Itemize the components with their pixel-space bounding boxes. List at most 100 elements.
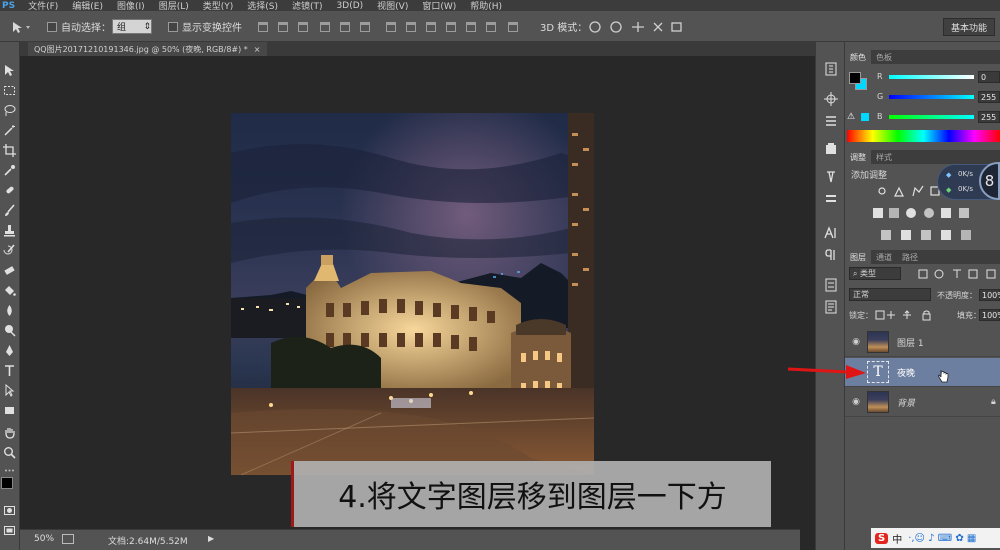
align-left-icon[interactable]	[320, 22, 330, 32]
history-brush-icon[interactable]	[3, 244, 16, 257]
3d-mode-icons[interactable]	[588, 20, 688, 34]
distribute-right-icon[interactable]	[486, 22, 496, 32]
align-hcenter-icon[interactable]	[340, 22, 350, 32]
layer-row-layer1[interactable]: ◉ 图层 1	[845, 328, 1000, 357]
fill-value[interactable]: 100%	[979, 309, 1000, 321]
layer-comps-icon[interactable]	[824, 278, 838, 292]
menu-window[interactable]: 窗口(W)	[415, 0, 463, 11]
tab-layers[interactable]: 图层	[845, 250, 871, 264]
menu-image[interactable]: 图像(I)	[110, 0, 152, 11]
notes-icon[interactable]	[824, 300, 838, 314]
distribute-hcenter-icon[interactable]	[466, 22, 476, 32]
move-tool-preset[interactable]	[10, 19, 32, 34]
workspace-switcher[interactable]: 基本功能	[943, 18, 995, 36]
adjustment-icons-row3[interactable]	[879, 228, 979, 242]
layer-row-text[interactable]: T 夜晚	[845, 358, 1000, 387]
adjustment-icons-row2[interactable]	[871, 206, 981, 220]
paint-bucket-icon[interactable]	[3, 284, 16, 297]
menu-type[interactable]: 类型(Y)	[196, 0, 241, 11]
blur-icon[interactable]	[3, 304, 16, 317]
zoom-level[interactable]: 50%	[34, 534, 54, 544]
align-top-icon[interactable]	[258, 22, 268, 32]
document-canvas-image[interactable]	[231, 113, 594, 475]
lock-icons[interactable]	[875, 310, 937, 321]
align-right-icon[interactable]	[360, 22, 370, 32]
channel-g-value[interactable]: 255	[978, 91, 1000, 103]
lasso-icon[interactable]	[3, 104, 16, 117]
ime-toolbar[interactable]: S 中 ·,☺ ♪ ⌨ ✿ ▦	[871, 528, 1000, 548]
distribute-top-icon[interactable]	[386, 22, 396, 32]
brush-icon[interactable]	[3, 204, 16, 217]
zoom-icon[interactable]	[3, 446, 16, 459]
healing-brush-icon[interactable]	[3, 184, 16, 197]
info-icon[interactable]	[824, 114, 838, 128]
move-icon[interactable]	[3, 64, 16, 77]
marquee-icon[interactable]	[3, 84, 16, 97]
type-tool-icon[interactable]	[3, 364, 16, 377]
gamut-swatch[interactable]	[861, 113, 869, 121]
visibility-eye-icon[interactable]: ◉	[845, 397, 867, 407]
close-tab-icon[interactable]: ×	[254, 45, 261, 54]
hand-icon[interactable]	[3, 426, 16, 439]
tab-color[interactable]: 颜色	[845, 50, 871, 64]
align-bottom-icon[interactable]	[298, 22, 308, 32]
distribute-vcenter-icon[interactable]	[406, 22, 416, 32]
distribute-left-icon[interactable]	[446, 22, 456, 32]
auto-select-checkbox[interactable]	[47, 21, 57, 32]
auto-align-icon[interactable]	[508, 22, 518, 32]
auto-select-dropdown[interactable]: 组 ⇕	[112, 19, 152, 34]
eraser-icon[interactable]	[3, 264, 16, 277]
visibility-eye-icon[interactable]: ◉	[845, 337, 867, 347]
rectangle-icon[interactable]	[3, 404, 16, 417]
document-tab[interactable]: QQ图片20171210191346.jpg @ 50% (夜晚, RGB/8#…	[28, 42, 267, 56]
menu-layer[interactable]: 图层(L)	[152, 0, 196, 11]
pen-icon[interactable]	[3, 344, 16, 357]
menu-edit[interactable]: 编辑(E)	[65, 0, 110, 11]
blend-mode-dropdown[interactable]: 正常	[849, 288, 931, 301]
tab-styles[interactable]: 样式	[871, 150, 897, 164]
eyedropper-icon[interactable]	[3, 164, 16, 177]
channel-g-slider[interactable]	[889, 95, 974, 99]
status-icon[interactable]	[62, 534, 74, 544]
dodge-icon[interactable]	[3, 324, 16, 337]
history-icon[interactable]	[824, 62, 838, 76]
magic-wand-icon[interactable]	[3, 124, 16, 137]
layer-filter-icons[interactable]	[917, 268, 997, 280]
distribute-bottom-icon[interactable]	[426, 22, 436, 32]
opacity-value[interactable]: 100%	[979, 289, 1000, 301]
menu-file[interactable]: 文件(F)	[21, 0, 65, 11]
crop-icon[interactable]	[3, 144, 16, 157]
quick-mask-icon[interactable]	[3, 504, 16, 517]
status-menu-arrow-icon[interactable]: ▶	[208, 534, 214, 543]
channel-b-value[interactable]: 255	[978, 111, 1000, 123]
3d-icon[interactable]	[824, 142, 838, 156]
channel-r-slider[interactable]	[889, 75, 974, 79]
menu-help[interactable]: 帮助(H)	[463, 0, 509, 11]
path-select-icon[interactable]	[3, 384, 16, 397]
channel-r-value[interactable]: 0	[978, 71, 1000, 83]
paragraph-icon[interactable]	[824, 248, 838, 262]
menu-view[interactable]: 视图(V)	[370, 0, 415, 11]
brush-preset-icon[interactable]	[824, 170, 838, 184]
clone-stamp-icon[interactable]	[3, 224, 16, 237]
tab-swatches[interactable]: 色板	[871, 50, 897, 64]
foreground-color-swatch[interactable]	[1, 477, 13, 489]
menu-select[interactable]: 选择(S)	[240, 0, 285, 11]
tab-channels[interactable]: 通道	[871, 250, 897, 264]
menu-filter[interactable]: 滤镜(T)	[285, 0, 330, 11]
menu-3d[interactable]: 3D(D)	[330, 1, 371, 11]
tab-paths[interactable]: 路径	[897, 250, 923, 264]
tool-preset-icon[interactable]	[824, 192, 838, 206]
channel-b-slider[interactable]	[889, 115, 974, 119]
color-spectrum-bar[interactable]	[847, 130, 1000, 142]
tab-adjustments[interactable]: 调整	[845, 150, 871, 164]
character-icon[interactable]	[824, 226, 838, 240]
layer-filter-dropdown[interactable]: ⌕ 类型	[849, 267, 901, 280]
layer-row-background[interactable]: ◉ 背景 🔒︎	[845, 388, 1000, 417]
align-vcenter-icon[interactable]	[278, 22, 288, 32]
navigator-icon[interactable]	[824, 92, 838, 106]
show-transform-checkbox[interactable]	[168, 21, 178, 32]
more-tools-icon[interactable]	[3, 464, 16, 477]
color-foreground-swatch[interactable]	[849, 72, 861, 84]
screen-mode-icon[interactable]	[3, 524, 16, 537]
